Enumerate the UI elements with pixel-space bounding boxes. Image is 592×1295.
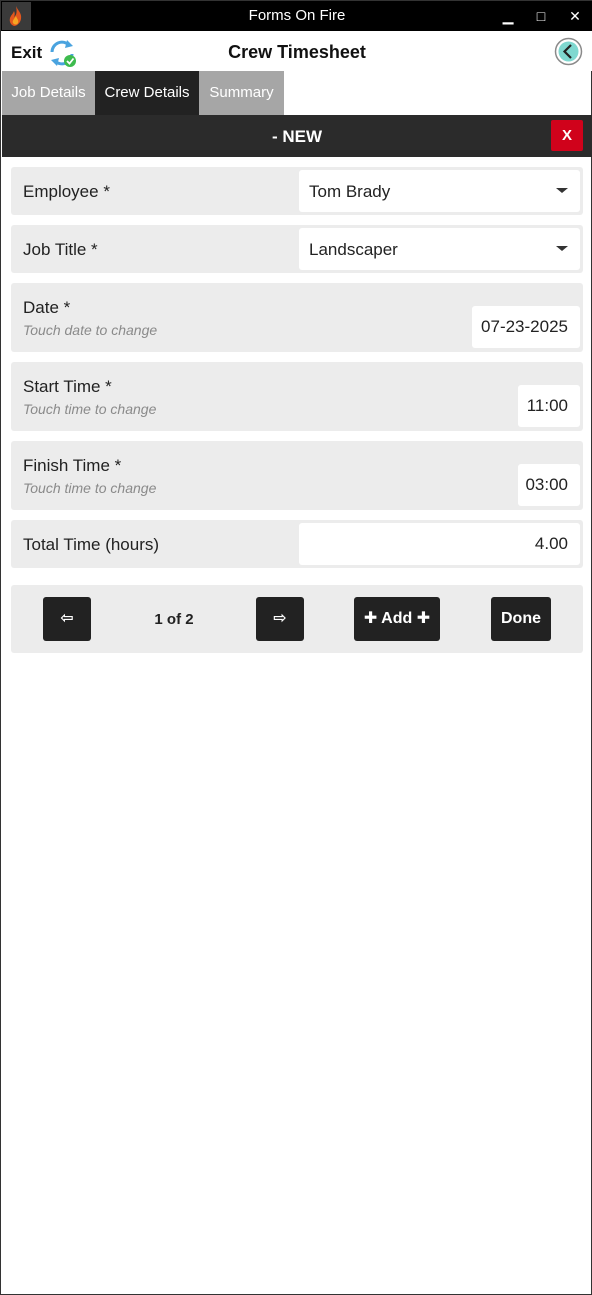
tab-summary[interactable]: Summary xyxy=(199,71,284,115)
job-title-value: Landscaper xyxy=(309,240,398,259)
start-time-field: Start Time * Touch time to change 11:00 xyxy=(11,362,583,431)
employee-select[interactable]: Tom Brady xyxy=(299,170,580,212)
chevron-down-icon xyxy=(556,246,568,251)
start-time-hint: Touch time to change xyxy=(23,401,157,417)
date-hint: Touch date to change xyxy=(23,322,158,338)
job-title-field: Job Title * Landscaper xyxy=(11,225,583,273)
app-window: Forms On Fire ▁ □ ✕ Exit Crew Timesheet … xyxy=(0,0,592,1295)
start-time-input[interactable]: 11:00 xyxy=(518,385,580,427)
chevron-down-icon xyxy=(556,188,568,193)
window-titlebar: Forms On Fire ▁ □ ✕ xyxy=(1,1,592,31)
delete-entry-button[interactable]: X xyxy=(551,120,583,151)
pager-bar: ⇦ 1 of 2 ⇨ ✚ Add ✚ Done xyxy=(11,585,583,653)
employee-value: Tom Brady xyxy=(309,182,391,201)
done-button[interactable]: Done xyxy=(491,597,551,641)
close-window-button[interactable]: ✕ xyxy=(558,1,592,31)
job-title-select[interactable]: Landscaper xyxy=(299,228,580,270)
minimize-button[interactable]: ▁ xyxy=(491,1,525,31)
date-input[interactable]: 07-23-2025 xyxy=(472,306,580,348)
total-time-field: Total Time (hours) 4.00 xyxy=(11,520,583,568)
section-title: - NEW xyxy=(271,127,323,146)
previous-button[interactable]: ⇦ xyxy=(43,597,91,641)
employee-field: Employee * Tom Brady xyxy=(11,167,583,215)
finish-time-label: Finish Time * xyxy=(23,456,122,475)
total-time-value: 4.00 xyxy=(299,523,580,565)
employee-label: Employee * xyxy=(23,182,110,201)
date-field: Date * Touch date to change 07-23-2025 xyxy=(11,283,583,352)
page-title: Crew Timesheet xyxy=(228,42,366,62)
date-label: Date * xyxy=(23,298,71,317)
finish-time-hint: Touch time to change xyxy=(23,480,157,496)
back-circle-icon[interactable] xyxy=(554,37,583,66)
finish-time-input[interactable]: 03:00 xyxy=(518,464,580,506)
section-header: - NEW X xyxy=(2,115,592,157)
next-button[interactable]: ⇨ xyxy=(256,597,304,641)
tab-crew-details[interactable]: Crew Details xyxy=(95,71,199,115)
page-indicator: 1 of 2 xyxy=(154,611,194,628)
finish-time-field: Finish Time * Touch time to change 03:00 xyxy=(11,441,583,510)
form-header: Exit Crew Timesheet xyxy=(1,31,592,71)
add-entry-button[interactable]: ✚ Add ✚ xyxy=(354,597,440,641)
start-time-label: Start Time * xyxy=(23,377,112,396)
tab-bar: Job Details Crew Details Summary xyxy=(1,71,592,115)
total-time-label: Total Time (hours) xyxy=(23,535,160,554)
job-title-label: Job Title * xyxy=(23,240,98,259)
tab-job-details[interactable]: Job Details xyxy=(2,71,95,115)
maximize-button[interactable]: □ xyxy=(524,1,558,31)
